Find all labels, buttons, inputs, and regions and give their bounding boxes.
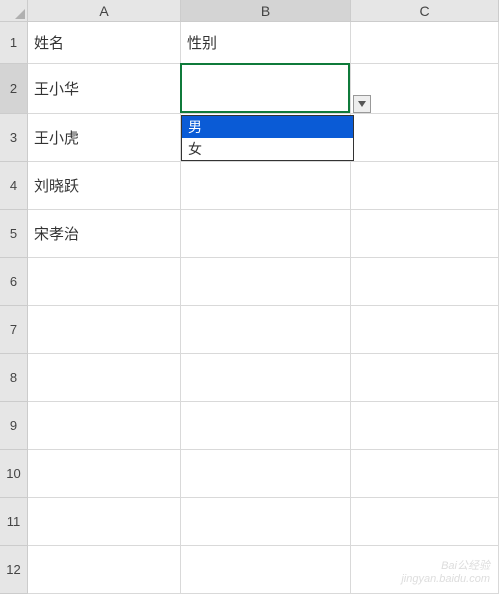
row-header-4[interactable]: 4 xyxy=(0,162,28,210)
cell-B10[interactable] xyxy=(181,450,351,498)
cell-A11[interactable] xyxy=(28,498,181,546)
row-header-2[interactable]: 2 xyxy=(0,64,28,114)
cell-C8[interactable] xyxy=(351,354,499,402)
cell-C12[interactable] xyxy=(351,546,499,594)
column-header-B[interactable]: B xyxy=(181,0,351,22)
cell-A9[interactable] xyxy=(28,402,181,450)
column-header-C[interactable]: C xyxy=(351,0,499,22)
cell-B2[interactable] xyxy=(181,64,351,114)
cell-B12[interactable] xyxy=(181,546,351,594)
cell-C4[interactable] xyxy=(351,162,499,210)
cell-C6[interactable] xyxy=(351,258,499,306)
cell-B11[interactable] xyxy=(181,498,351,546)
row-header-12[interactable]: 12 xyxy=(0,546,28,594)
cell-B9[interactable] xyxy=(181,402,351,450)
cell-C5[interactable] xyxy=(351,210,499,258)
dropdown-option-1[interactable]: 女 xyxy=(182,138,353,160)
cell-C1[interactable] xyxy=(351,22,499,64)
cell-A4[interactable]: 刘晓跃 xyxy=(28,162,181,210)
cell-B4[interactable] xyxy=(181,162,351,210)
select-all-corner[interactable] xyxy=(0,0,28,22)
row-header-6[interactable]: 6 xyxy=(0,258,28,306)
row-header-8[interactable]: 8 xyxy=(0,354,28,402)
row-header-7[interactable]: 7 xyxy=(0,306,28,354)
dropdown-list[interactable]: 男女 xyxy=(181,115,354,161)
cell-B8[interactable] xyxy=(181,354,351,402)
cell-C9[interactable] xyxy=(351,402,499,450)
cell-A1[interactable]: 姓名 xyxy=(28,22,181,64)
dropdown-button[interactable] xyxy=(353,95,371,113)
cell-A3[interactable]: 王小虎 xyxy=(28,114,181,162)
cell-A7[interactable] xyxy=(28,306,181,354)
cell-A8[interactable] xyxy=(28,354,181,402)
row-header-3[interactable]: 3 xyxy=(0,114,28,162)
cell-C2[interactable] xyxy=(351,64,499,114)
cell-C7[interactable] xyxy=(351,306,499,354)
cell-B5[interactable] xyxy=(181,210,351,258)
cell-A2[interactable]: 王小华 xyxy=(28,64,181,114)
cell-A10[interactable] xyxy=(28,450,181,498)
row-header-5[interactable]: 5 xyxy=(0,210,28,258)
cell-C11[interactable] xyxy=(351,498,499,546)
cell-A6[interactable] xyxy=(28,258,181,306)
cell-A12[interactable] xyxy=(28,546,181,594)
row-header-1[interactable]: 1 xyxy=(0,22,28,64)
dropdown-option-0[interactable]: 男 xyxy=(182,116,353,138)
row-header-9[interactable]: 9 xyxy=(0,402,28,450)
cell-B7[interactable] xyxy=(181,306,351,354)
cell-C10[interactable] xyxy=(351,450,499,498)
column-header-A[interactable]: A xyxy=(28,0,181,22)
cell-C3[interactable] xyxy=(351,114,499,162)
row-header-11[interactable]: 11 xyxy=(0,498,28,546)
cell-A5[interactable]: 宋孝治 xyxy=(28,210,181,258)
row-header-10[interactable]: 10 xyxy=(0,450,28,498)
cell-B1[interactable]: 性别 xyxy=(181,22,351,64)
cell-B6[interactable] xyxy=(181,258,351,306)
